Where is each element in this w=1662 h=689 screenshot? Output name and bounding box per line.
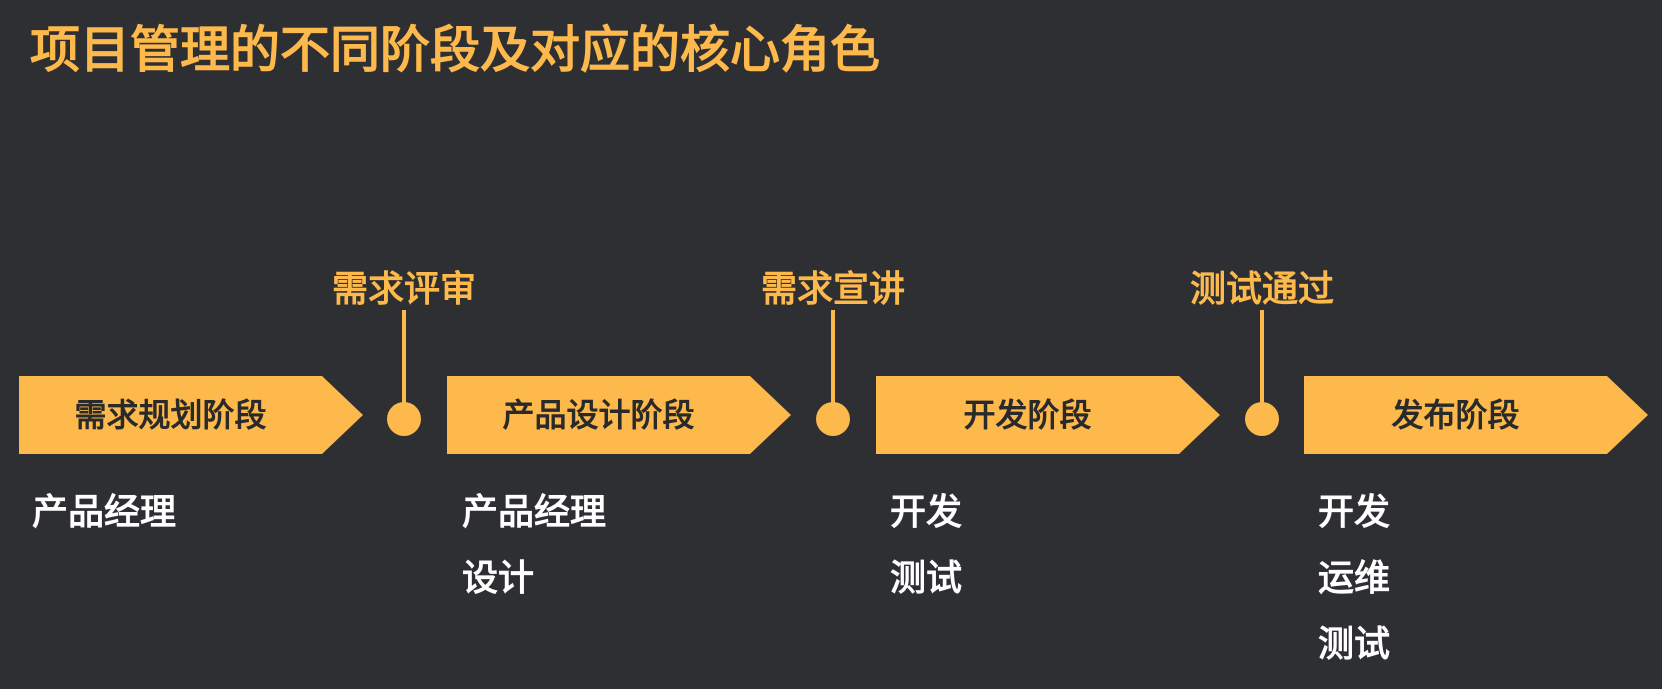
milestone-label: 需求评审 [331, 269, 476, 310]
milestone-dot [816, 402, 850, 436]
milestone-connector-line [1260, 310, 1264, 414]
phase-label: 需求规划阶段 [74, 396, 267, 434]
phase-roles-requirements-planning: 产品经理 [32, 480, 176, 546]
phase-roles-release: 开发 运维 测试 [1318, 480, 1390, 678]
milestone-label: 需求宣讲 [760, 269, 905, 310]
role-item: 运维 [1318, 558, 1391, 599]
phase-label: 产品设计阶段 [502, 396, 695, 434]
phase-label: 发布阶段 [1391, 396, 1520, 434]
role-item: 开发 [1318, 492, 1391, 533]
phase-roles-product-design: 产品经理 设计 [462, 480, 606, 612]
role-item: 设计 [462, 558, 535, 599]
phase-arrow-release: 发布阶段 [1304, 376, 1648, 454]
milestone-dot [1245, 402, 1279, 436]
role-item: 测试 [890, 558, 963, 599]
milestone-dot [387, 402, 421, 436]
milestone-connector-line [402, 310, 406, 414]
phase-arrow-requirements-planning: 需求规划阶段 [19, 376, 363, 454]
role-item: 测试 [1318, 624, 1391, 665]
phase-label: 开发阶段 [963, 396, 1092, 434]
phase-roles-development: 开发 测试 [890, 480, 962, 612]
role-item: 产品经理 [32, 492, 177, 533]
page-title: 项目管理的不同阶段及对应的核心角色 [30, 21, 880, 79]
milestone-connector-line [831, 310, 835, 414]
phase-arrow-product-design: 产品设计阶段 [447, 376, 791, 454]
milestone-label: 测试通过 [1189, 269, 1334, 310]
phase-arrow-development: 开发阶段 [876, 376, 1220, 454]
role-item: 产品经理 [462, 492, 607, 533]
role-item: 开发 [890, 492, 963, 533]
